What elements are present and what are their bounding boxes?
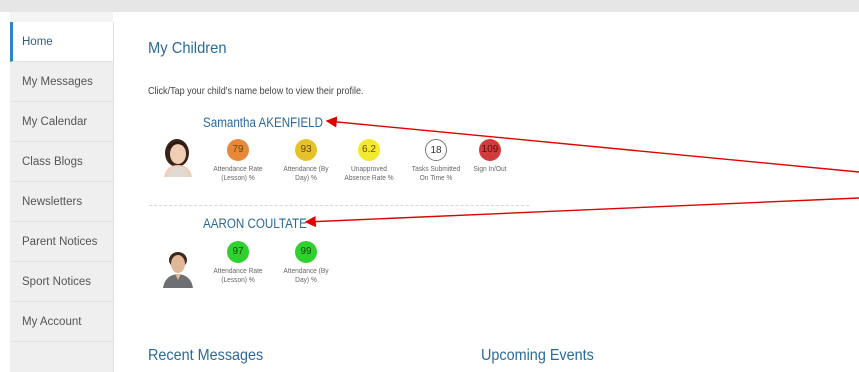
sidebar-item-sport-notices[interactable]: Sport Notices (10, 262, 113, 302)
metric-attendance-rate-lesson[interactable]: 79 Attendance Rate (Lesson) % (207, 139, 269, 182)
metric-attendance-by-day[interactable]: 99 Attendance (By Day) % (275, 241, 337, 284)
divider (149, 205, 529, 206)
upcoming-events-heading: Upcoming Events (481, 347, 594, 364)
metric-circle: 18 (425, 139, 447, 161)
recent-messages-heading: Recent Messages (148, 347, 264, 364)
sidebar-item-my-account[interactable]: My Account (10, 302, 113, 342)
page-title: My Children (148, 40, 227, 57)
sidebar-item-newsletters[interactable]: Newsletters (10, 182, 113, 222)
sidebar-item-home[interactable]: Home (10, 22, 113, 62)
main-content: My Children Click/Tap your child's name … (113, 12, 859, 372)
metric-circle: 93 (295, 139, 317, 161)
sidebar-item-class-blogs[interactable]: Class Blogs (10, 142, 113, 182)
child-avatar-icon[interactable] (160, 137, 196, 177)
metric-label: Attendance Rate (Lesson) % (213, 266, 263, 284)
metric-attendance-rate-lesson[interactable]: 97 Attendance Rate (Lesson) % (207, 241, 269, 284)
sidebar-item-my-messages[interactable]: My Messages (10, 62, 113, 102)
sidebar-nav: Home My Messages My Calendar Class Blogs… (10, 22, 114, 372)
metric-label: Attendance (By Day) % (283, 266, 329, 284)
sidebar-item-my-calendar[interactable]: My Calendar (10, 102, 113, 142)
child-name-link[interactable]: Samantha AKENFIELD (203, 115, 323, 130)
metric-circle: 109 (479, 139, 501, 161)
metric-sign-in-out[interactable]: 109 Sign In/Out (459, 139, 521, 173)
metric-circle: 97 (227, 241, 249, 263)
metric-attendance-by-day[interactable]: 93 Attendance (By Day) % (275, 139, 337, 182)
metric-label: Tasks Submitted On Time % (411, 164, 461, 182)
metric-label: Attendance Rate (Lesson) % (213, 164, 263, 182)
metric-circle: 6.2 (358, 139, 380, 161)
child-name-link[interactable]: AARON COULTATE (203, 216, 307, 231)
sidebar-item-parent-notices[interactable]: Parent Notices (10, 222, 113, 262)
sidebar-top (10, 12, 113, 22)
metric-label: Attendance (By Day) % (283, 164, 329, 182)
metric-circle: 99 (295, 241, 317, 263)
metric-circle: 79 (227, 139, 249, 161)
metric-label: Unapproved Absence Rate % (344, 164, 394, 182)
metric-unapproved-absence[interactable]: 6.2 Unapproved Absence Rate % (338, 139, 400, 182)
metric-tasks-submitted[interactable]: 18 Tasks Submitted On Time % (405, 139, 467, 182)
child-avatar-icon[interactable] (160, 248, 196, 288)
instruction-text: Click/Tap your child's name below to vie… (148, 85, 364, 97)
top-band (0, 0, 859, 12)
metric-label: Sign In/Out (473, 164, 507, 173)
